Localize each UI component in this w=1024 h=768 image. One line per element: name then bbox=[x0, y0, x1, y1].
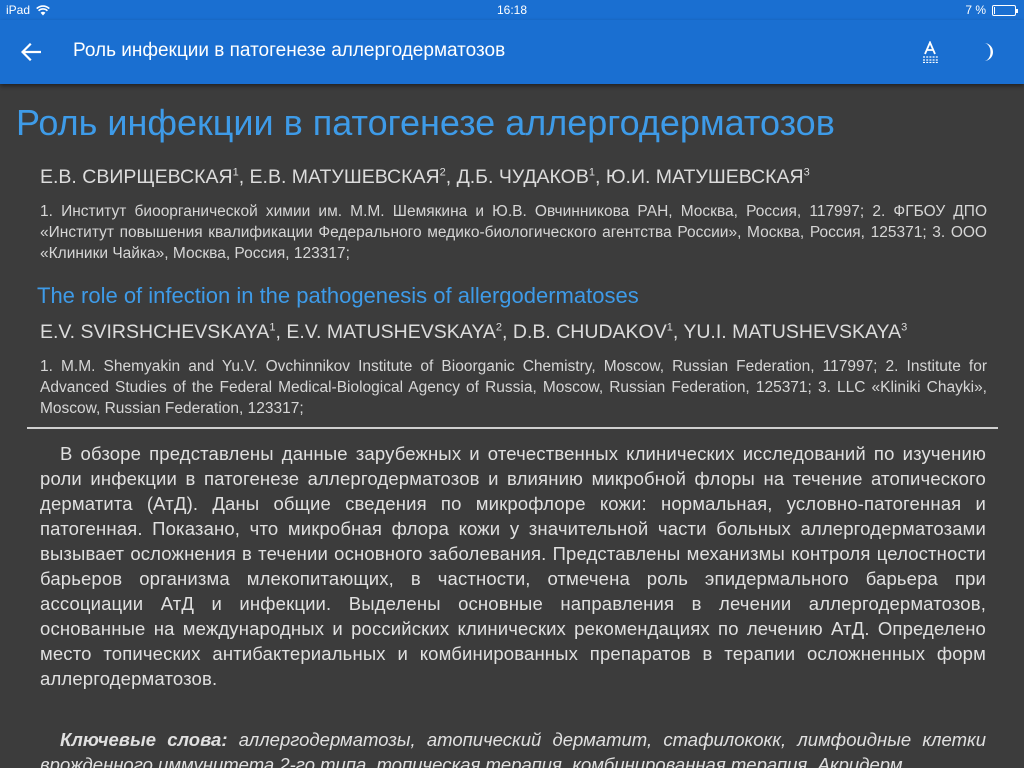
author: Е.В. МАТУШЕВСКАЯ2 bbox=[249, 166, 446, 188]
toolbar-title: Роль инфекции в патогенезе аллергодермат… bbox=[73, 40, 506, 61]
author: YU.I. MATUSHEVSKAYA3 bbox=[683, 321, 908, 343]
app-toolbar: Роль инфекции в патогенезе аллергодермат… bbox=[0, 20, 1024, 84]
night-mode-button[interactable] bbox=[972, 36, 1002, 68]
battery-percent: 7 % bbox=[965, 3, 986, 17]
arrow-left-icon bbox=[21, 43, 41, 61]
author: Ю.И. МАТУШЕВСКАЯ3 bbox=[605, 166, 810, 188]
status-right: 7 % bbox=[965, 3, 1018, 17]
font-size-button[interactable] bbox=[916, 36, 946, 68]
keywords-label: Ключевые слова: bbox=[60, 729, 228, 750]
authors-ru: Е.В. СВИРЩЕВСКАЯ1, Е.В. МАТУШЕВСКАЯ2, Д.… bbox=[40, 166, 810, 188]
article-title-en: The role of infection in the pathogenesi… bbox=[37, 283, 639, 308]
abstract-text: В обзоре представлены данные зарубежных … bbox=[40, 443, 986, 689]
affiliations-en: 1. M.M. Shemyakin and Yu.V. Ovchinnikov … bbox=[40, 358, 987, 417]
font-size-icon bbox=[923, 41, 938, 63]
author: E.V. MATUSHEVSKAYA2 bbox=[286, 321, 503, 343]
author: Д.Б. ЧУДАКОВ1 bbox=[456, 166, 595, 188]
status-bar: iPad 16:18 7 % bbox=[0, 0, 1024, 20]
section-divider bbox=[27, 427, 998, 429]
author: Е.В. СВИРЩЕВСКАЯ1 bbox=[40, 166, 239, 188]
keywords: Ключевые слова: аллергодерматозы, атопич… bbox=[40, 727, 986, 768]
status-time: 16:18 bbox=[496, 3, 528, 17]
article-title-ru: Роль инфекции в патогенезе аллергодермат… bbox=[16, 102, 835, 143]
article-content: Роль инфекции в патогенезе аллергодермат… bbox=[0, 84, 1024, 768]
moon-icon bbox=[984, 43, 993, 61]
authors-en: E.V. SVIRSHCHEVSKAYA1, E.V. MATUSHEVSKAY… bbox=[40, 321, 908, 343]
author: E.V. SVIRSHCHEVSKAYA1 bbox=[40, 321, 276, 343]
author: D.B. CHUDAKOV1 bbox=[512, 321, 673, 343]
back-button[interactable] bbox=[14, 36, 48, 68]
battery-icon bbox=[992, 5, 1018, 16]
affiliations-ru: 1. Институт биоорганической химии им. М.… bbox=[40, 203, 987, 262]
